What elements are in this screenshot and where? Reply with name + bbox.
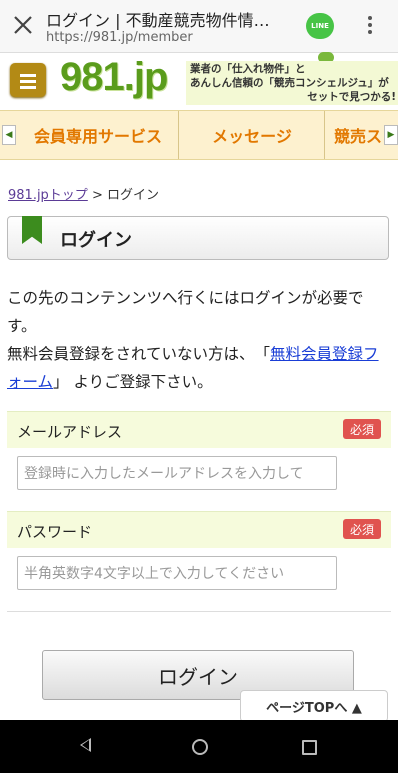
nav-next-icon[interactable]: ▶ — [384, 125, 398, 145]
form-divider — [7, 611, 391, 612]
site-header: 981.jp 業者の「仕入れ物件」と あんしん信頼の「競売コンシェルジュ」が セ… — [0, 52, 398, 109]
more-options-icon[interactable] — [364, 14, 376, 38]
line-share-button[interactable]: LINE — [306, 13, 334, 39]
system-nav-bar — [0, 720, 398, 773]
nav-item-member-services[interactable]: 会員専用サービス — [18, 111, 179, 159]
email-input[interactable]: 登録時に入力したメールアドレスを入力して — [17, 456, 337, 490]
nav-prev-icon[interactable]: ◀ — [2, 125, 16, 145]
global-nav: ◀ 会員専用サービス メッセージ 競売ス ▶ — [0, 110, 398, 160]
password-label: パスワード — [17, 523, 93, 541]
menu-button[interactable] — [10, 63, 46, 97]
breadcrumb-home-link[interactable]: 981.jpトップ — [8, 188, 88, 203]
site-logo[interactable]: 981.jp — [60, 55, 168, 100]
breadcrumb-current: ログイン — [106, 188, 159, 203]
line-icon: LINE — [311, 22, 329, 30]
password-input[interactable]: 半角英数字4文字以上で入力してください — [17, 556, 337, 590]
home-icon[interactable] — [192, 739, 208, 755]
hamburger-icon — [10, 63, 46, 89]
page-top-button[interactable]: ページTOPへ ▲ — [240, 690, 388, 722]
intro-line-1: この先のコンテンンツへ行くにはログインが必要です。 — [7, 289, 364, 335]
bookmark-icon — [22, 216, 42, 244]
url-text[interactable]: https://981.jp/member — [46, 30, 193, 45]
nav-item-messages[interactable]: メッセージ — [180, 111, 325, 159]
tagline-line-2: あんしん信頼の「競売コンシェルジュ」が — [190, 77, 389, 89]
intro-line-2-suffix: 」 よりご登録下さい。 — [53, 373, 213, 391]
breadcrumb-separator: > — [87, 188, 107, 203]
browser-toolbar: ログイン | 不動産競売物件情… https://981.jp/member L… — [0, 0, 398, 53]
password-required-badge: 必須 — [343, 519, 381, 539]
tagline-line-1: 業者の「仕入れ物件」と — [190, 63, 306, 75]
nav-item-auction[interactable]: 競売ス — [326, 111, 384, 159]
email-field-header: メールアドレス 必須 — [7, 411, 391, 448]
recent-apps-icon[interactable] — [302, 740, 317, 755]
password-field-header: パスワード 必須 — [7, 511, 391, 548]
tagline-line-3: セットで見つかる! — [307, 91, 396, 103]
site-tagline: 業者の「仕入れ物件」と あんしん信頼の「競売コンシェルジュ」が セットで見つかる… — [186, 61, 398, 105]
tab-title: ログイン | 不動産競売物件情… — [46, 11, 270, 30]
email-label: メールアドレス — [17, 423, 123, 441]
page-title: ログイン — [60, 230, 132, 251]
page-title-box: ログイン — [7, 216, 389, 260]
intro-line-2-prefix: 無料会員登録をされていない方は、 「 — [7, 345, 271, 363]
breadcrumb: 981.jpトップ > ログイン — [8, 184, 159, 203]
email-required-badge: 必須 — [343, 419, 381, 439]
back-icon[interactable] — [80, 738, 91, 752]
intro-text: この先のコンテンンツへ行くにはログインが必要です。 無料会員登録をされていない方… — [7, 284, 391, 396]
close-icon[interactable] — [10, 12, 36, 38]
